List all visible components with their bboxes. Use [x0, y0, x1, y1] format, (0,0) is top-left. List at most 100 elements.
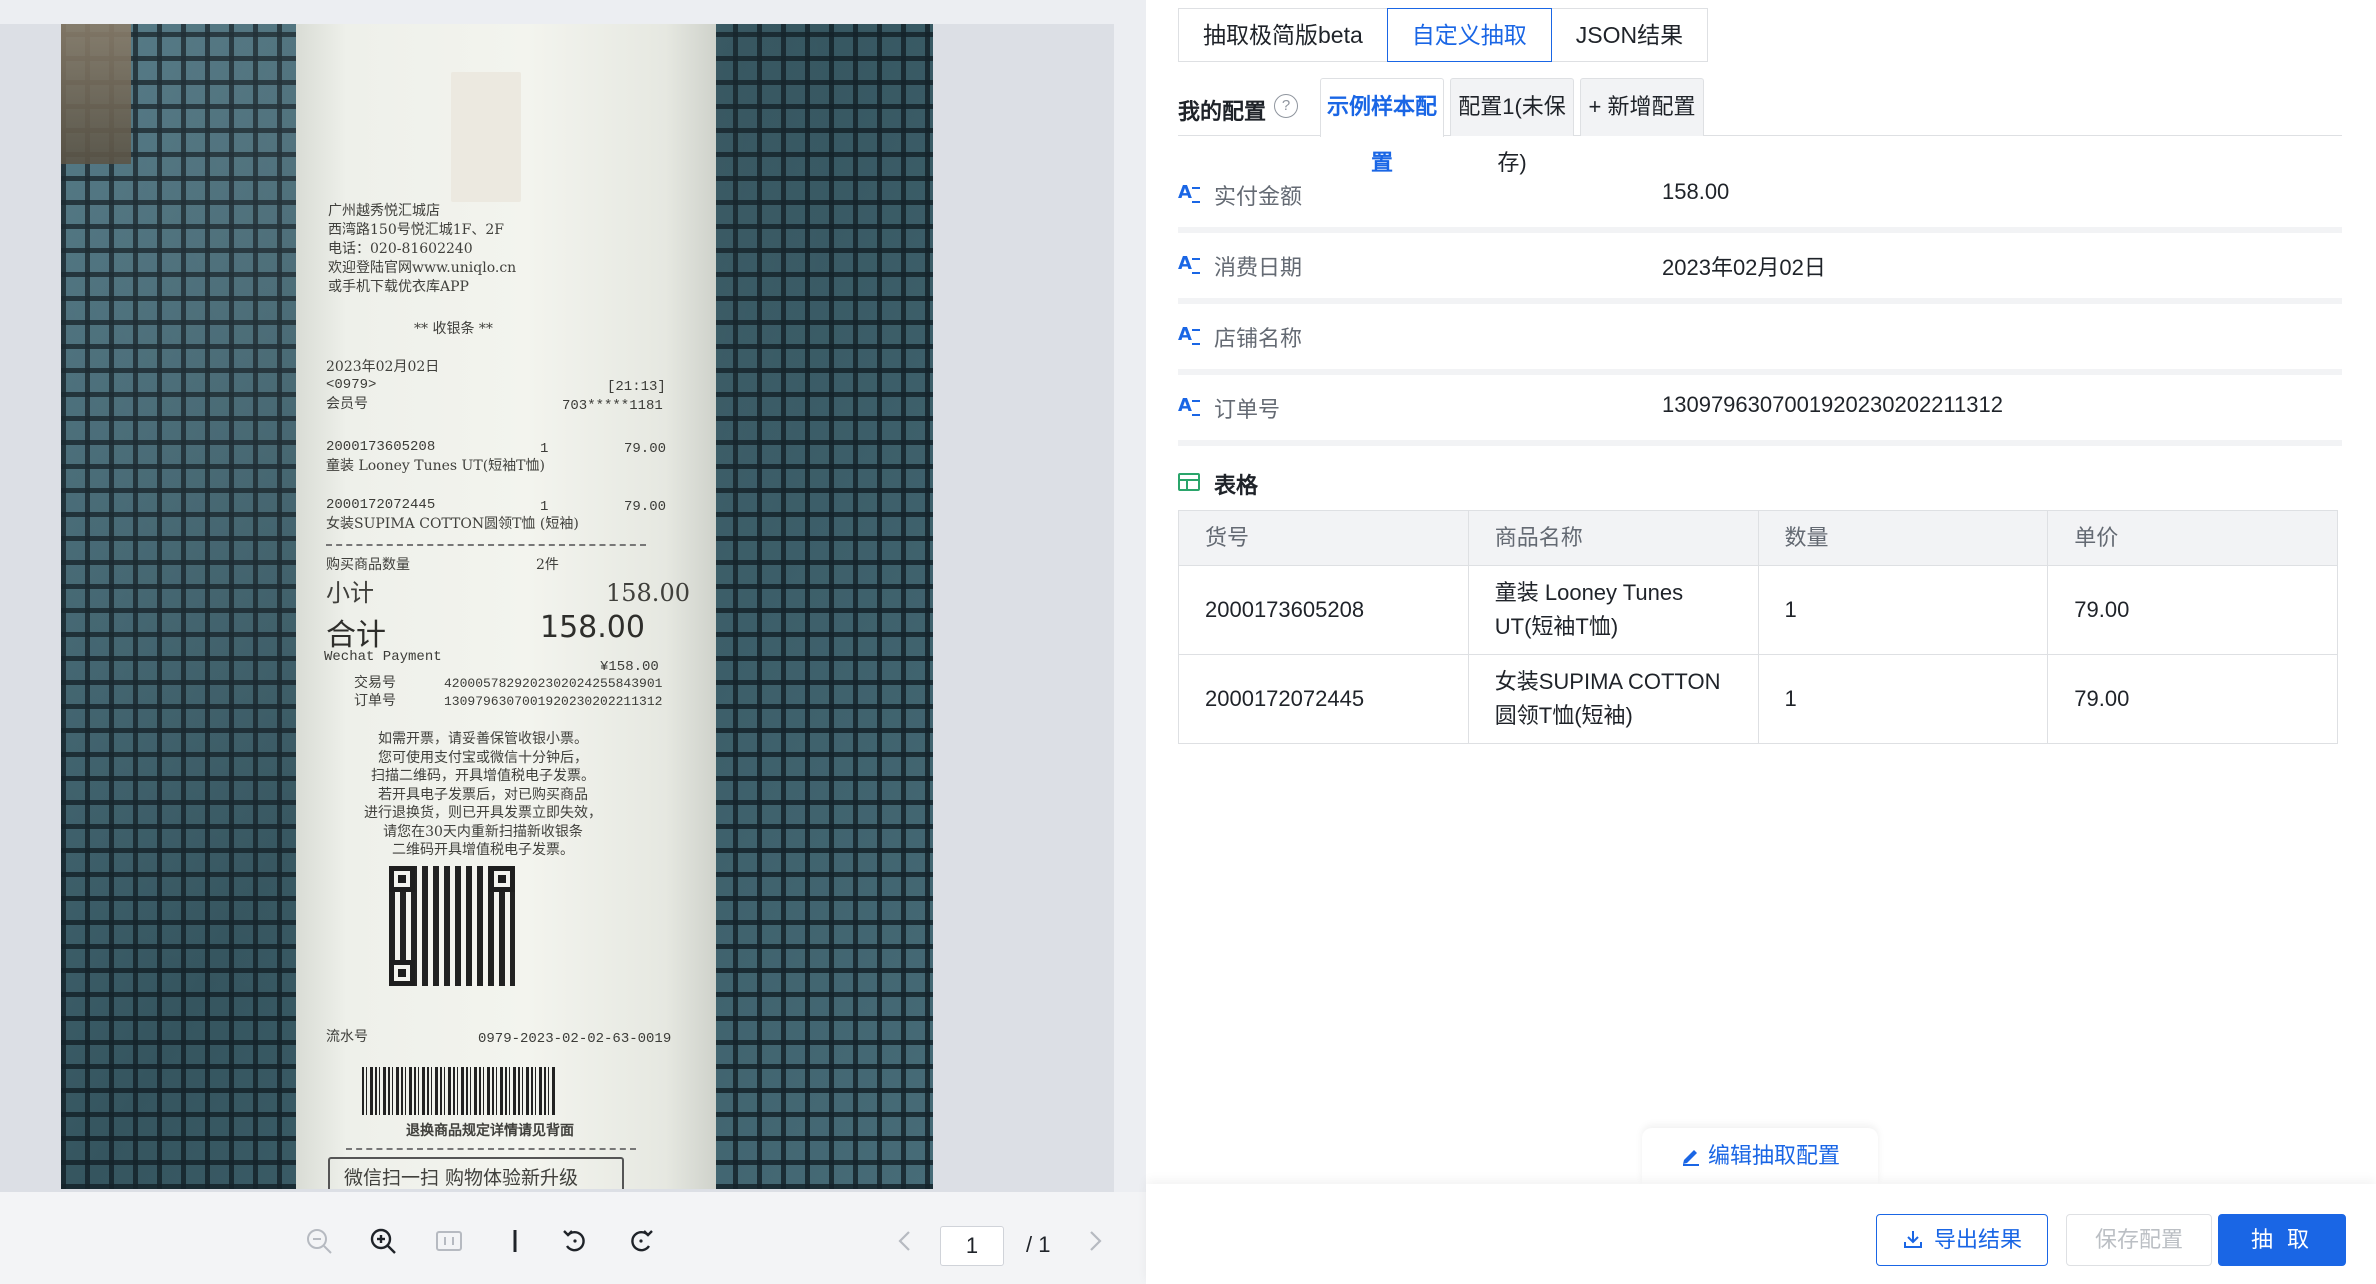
- actual-size-icon[interactable]: [434, 1226, 464, 1256]
- save-config-button[interactable]: 保存配置: [2066, 1214, 2212, 1266]
- divider: [346, 1148, 636, 1150]
- table-label: 表格: [1214, 473, 1259, 498]
- prev-page-icon[interactable]: [890, 1226, 920, 1256]
- table-cell: 1: [1757, 565, 2049, 655]
- column-header: 单价: [2047, 510, 2338, 566]
- table-row: 2000173605208 童装 Looney Tunes UT(短袖T恤) 1…: [1178, 565, 2338, 655]
- text-field-icon: A: [1178, 253, 1202, 275]
- page-number-input[interactable]: 1: [940, 1226, 1004, 1266]
- table-cell: 2000172072445: [1178, 654, 1469, 744]
- page-total: / 1: [1026, 1232, 1051, 1257]
- table-cell: 79.00: [2047, 565, 2338, 655]
- edit-config-label: 编辑抽取配置: [1707, 1143, 1840, 1168]
- subtotal-value: 158.00: [606, 579, 690, 607]
- export-label: 导出结果: [1933, 1227, 2022, 1252]
- item-name: 女装SUPIMA COTTON圆领T恤 (短袖): [326, 516, 579, 532]
- field-value: 1309796307001920230202211312: [1662, 392, 2003, 417]
- column-header: 货号: [1178, 510, 1469, 566]
- cursor-icon[interactable]: [500, 1226, 530, 1256]
- payment-label: Wechat Payment: [324, 649, 442, 665]
- field-row: A 店铺名称: [1178, 304, 2342, 375]
- order-value: 1309796307001920230202211312: [444, 694, 663, 709]
- serial-label: 流水号: [326, 1029, 368, 1045]
- item-name: 童装 Looney Tunes UT(短袖T恤): [326, 458, 545, 474]
- rotate-right-icon[interactable]: [626, 1226, 656, 1256]
- item-no: 2000173605208: [326, 439, 436, 455]
- next-page-icon[interactable]: [1080, 1226, 1110, 1256]
- receipt-code: <0979>: [326, 377, 377, 393]
- receipt-photo: 广州越秀悦汇城店 西湾路150号悦汇城1F、2F 电话：020-81602240…: [61, 24, 933, 1189]
- column-header: 数量: [1757, 510, 2049, 566]
- promo-banner-text: 微信扫一扫 购物体验新升级: [344, 1167, 579, 1189]
- return-note: 退换商品规定详情请见背面: [406, 1123, 574, 1139]
- table-cell: 1: [1757, 654, 2049, 744]
- field-name: 店铺名称: [1214, 326, 1303, 351]
- store-line: 欢迎登陆官网www.uniqlo.cn: [328, 260, 517, 276]
- field-name: 实付金额: [1214, 184, 1303, 209]
- extraction-panel: 抽取极简版beta 自定义抽取 JSON结果 我的配置 ? 示例样本配置 配置1…: [1146, 0, 2376, 1284]
- field-name: 消费日期: [1214, 255, 1303, 280]
- config-label: 我的配置: [1178, 99, 1267, 124]
- receipt-date: 2023年02月02日: [326, 359, 440, 375]
- rotate-left-icon[interactable]: [560, 1226, 590, 1256]
- text-field-icon: A: [1178, 182, 1202, 204]
- table-cell: 童装 Looney Tunes UT(短袖T恤): [1467, 565, 1759, 655]
- store-line: 广州越秀悦汇城店: [328, 203, 440, 219]
- table-icon: [1178, 473, 1200, 491]
- table-cell: 女装SUPIMA COTTON 圆领T恤(短袖): [1467, 654, 1759, 744]
- receipt-time: [21:13]: [607, 379, 666, 395]
- serial-value: 0979-2023-02-02-63-0019: [478, 1031, 672, 1047]
- table-cell: 79.00: [2047, 654, 2338, 744]
- field-name: 订单号: [1214, 397, 1281, 422]
- column-header: 商品名称: [1467, 510, 1759, 566]
- tab-json-result[interactable]: JSON结果: [1550, 8, 1709, 62]
- field-value: 158.00: [1662, 179, 1730, 204]
- txn-label: 交易号: [354, 675, 396, 691]
- zoom-out-icon[interactable]: [304, 1226, 334, 1256]
- table-row: 2000172072445 女装SUPIMA COTTON 圆领T恤(短袖) 1…: [1178, 654, 2338, 744]
- receipt-paper: 广州越秀悦汇城店 西湾路150号悦汇城1F、2F 电话：020-81602240…: [296, 24, 716, 1189]
- redacted-area: [451, 72, 521, 202]
- divider: [326, 544, 646, 546]
- result-table: 货号 商品名称 数量 单价 2000173605208 童装 Looney Tu…: [1178, 510, 2338, 744]
- text-field-icon: A: [1178, 395, 1202, 417]
- field-row: A 消费日期 2023年02月02日: [1178, 233, 2342, 304]
- tab-lite-beta[interactable]: 抽取极简版beta: [1178, 8, 1388, 62]
- help-icon[interactable]: ?: [1274, 94, 1298, 118]
- store-line: 电话：020-81602240: [328, 241, 473, 257]
- config-tab-config1[interactable]: 配置1(未保存): [1450, 78, 1574, 175]
- count-label: 购买商品数量: [326, 557, 410, 573]
- promo-banner: 微信扫一扫 购物体验新升级: [328, 1157, 624, 1189]
- tab-custom-extract[interactable]: 自定义抽取: [1386, 8, 1552, 62]
- document-viewer: 广州越秀悦汇城店 西湾路150号悦汇城1F、2F 电话：020-81602240…: [0, 0, 1146, 1284]
- pencil-icon: [1682, 1150, 1699, 1166]
- qr-code: [389, 866, 515, 986]
- zoom-in-icon[interactable]: [368, 1226, 398, 1256]
- total-value: 158.00: [540, 610, 645, 645]
- extract-button[interactable]: 抽 取: [2218, 1214, 2346, 1266]
- table-cell: 2000173605208: [1178, 565, 1469, 655]
- table-header-row: 货号 商品名称 数量 单价: [1178, 510, 2338, 566]
- edit-config-button[interactable]: 编辑抽取配置: [1642, 1128, 1878, 1184]
- mode-tabs: 抽取极简版beta 自定义抽取 JSON结果: [1178, 8, 1709, 62]
- invoice-notice: 如需开票，请妥善保管收银小票。 您可使用支付宝或微信十分钟后， 扫描二维码，开具…: [364, 731, 602, 858]
- config-tab-sample[interactable]: 示例样本配置: [1320, 78, 1444, 175]
- download-icon: [1903, 1231, 1922, 1248]
- member-label: 会员号: [326, 396, 368, 412]
- item-price: 79.00: [624, 499, 667, 515]
- text-field-icon: A: [1178, 324, 1202, 346]
- export-button[interactable]: 导出结果: [1876, 1214, 2048, 1266]
- order-label: 订单号: [354, 693, 396, 709]
- subtotal-label: 小计: [326, 579, 374, 607]
- member-no: 703*****1181: [562, 398, 663, 414]
- barcode: [362, 1067, 556, 1115]
- add-config-button[interactable]: + 新增配置: [1580, 78, 1704, 136]
- txn-value: 4200057829202302024255843901: [444, 676, 663, 691]
- item-no: 2000172072445: [326, 497, 436, 513]
- viewer-canvas[interactable]: 广州越秀悦汇城店 西湾路150号悦汇城1F、2F 电话：020-81602240…: [0, 24, 1114, 1192]
- receipt-heading: ** 收银条 **: [414, 321, 493, 337]
- field-value: 2023年02月02日: [1662, 255, 1826, 280]
- store-line: 西湾路150号悦汇城1F、2F: [328, 222, 504, 238]
- field-row: A 实付金额 158.00: [1178, 162, 2342, 233]
- config-bar: 我的配置 ? 示例样本配置 配置1(未保存) + 新增配置: [1178, 78, 2342, 175]
